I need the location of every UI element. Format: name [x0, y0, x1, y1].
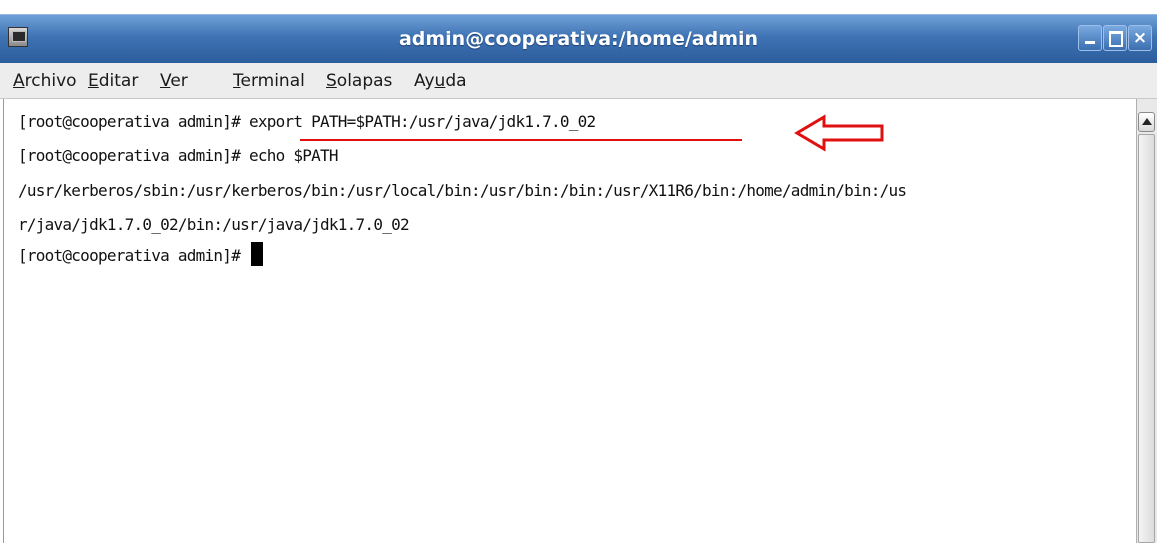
- desktop-strip: [0, 0, 1157, 14]
- highlight-underline: [300, 139, 742, 141]
- menu-label-pre: Ay: [414, 71, 435, 91]
- close-button[interactable]: ×: [1128, 25, 1152, 51]
- window-title: admin@cooperativa:/home/admin: [398, 28, 759, 50]
- menu-mnemonic: u: [434, 71, 446, 91]
- menu-ayuda[interactable]: Ayuda: [414, 63, 467, 99]
- menu-label-post: rchivo: [24, 71, 77, 91]
- menu-mnemonic: E: [88, 71, 99, 91]
- terminal-line: r/java/jdk1.7.0_02/bin:/usr/java/jdk1.7.…: [18, 215, 410, 234]
- minimize-button[interactable]: [1078, 25, 1102, 51]
- menu-label-post: ditar: [98, 71, 139, 91]
- menu-label-post: er: [170, 71, 188, 91]
- menu-bar: Archivo Editar Ver Terminal Solapas Ayud…: [0, 63, 1157, 99]
- menu-label-post: erminal: [240, 71, 305, 91]
- menu-archivo[interactable]: Archivo: [13, 63, 77, 99]
- menu-editar[interactable]: Editar: [88, 63, 138, 99]
- menu-mnemonic: S: [326, 71, 337, 91]
- terminal-line: [root@cooperativa admin]# echo $PATH: [18, 146, 339, 165]
- maximize-button[interactable]: [1103, 25, 1127, 51]
- terminal-output[interactable]: [root@cooperativa admin]# export PATH=$P…: [3, 99, 1136, 543]
- terminal-prompt: [root@cooperativa admin]#: [18, 246, 249, 265]
- menu-label-post: olapas: [336, 71, 393, 91]
- scroll-up-button[interactable]: [1138, 112, 1155, 132]
- terminal-line: /usr/kerberos/sbin:/usr/kerberos/bin:/us…: [18, 181, 907, 200]
- menu-mnemonic: T: [233, 71, 241, 91]
- menu-mnemonic: V: [160, 71, 171, 91]
- menu-terminal[interactable]: Terminal: [233, 63, 305, 99]
- menu-solapas[interactable]: Solapas: [326, 63, 392, 99]
- terminal-window: admin@cooperativa:/home/admin × Archivo …: [0, 0, 1157, 543]
- title-bar[interactable]: admin@cooperativa:/home/admin ×: [0, 14, 1157, 63]
- terminal-line: [root@cooperativa admin]# export PATH=$P…: [18, 112, 596, 131]
- terminal-prompt-line: [root@cooperativa admin]#: [18, 241, 263, 271]
- menu-label-post: da: [445, 71, 467, 91]
- scrollbar-thumb[interactable]: [1138, 134, 1155, 543]
- menu-ver[interactable]: Ver: [160, 63, 188, 99]
- menu-mnemonic: A: [13, 71, 25, 91]
- text-cursor: [250, 242, 263, 266]
- left-arrow-icon: [794, 114, 884, 152]
